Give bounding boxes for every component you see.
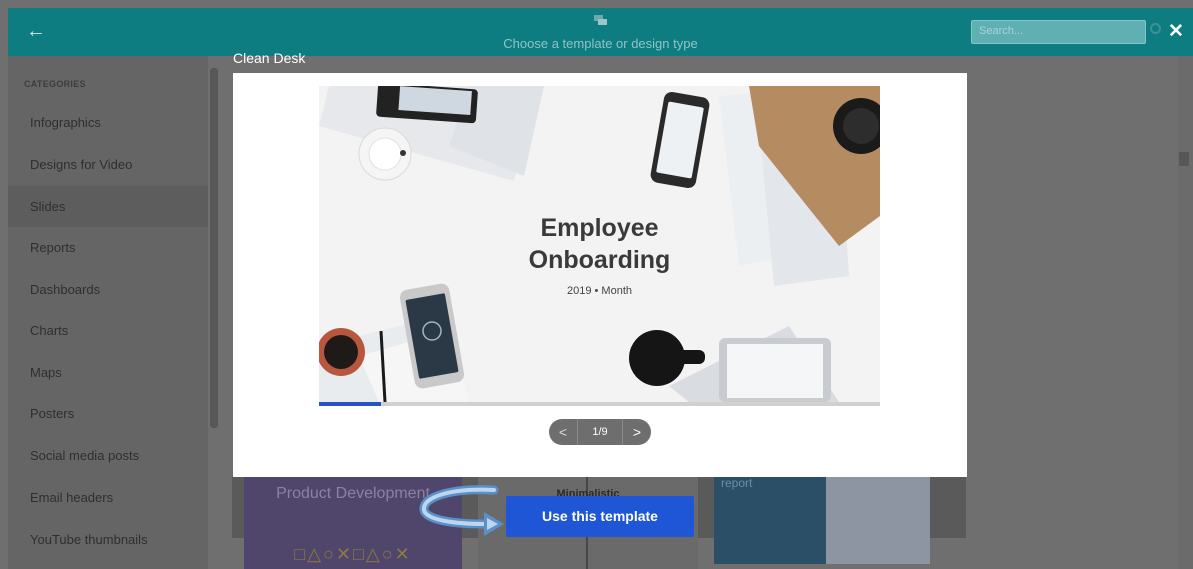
sidebar-header: CATEGORIES (24, 79, 86, 89)
sidebar-item-charts[interactable]: Charts (8, 310, 208, 351)
slide-title: Employee Onboarding (319, 212, 880, 276)
slide-title-line: Employee (540, 214, 659, 242)
search-input[interactable]: Search... (971, 20, 1146, 44)
main-scrollbar-thumb[interactable] (1179, 152, 1189, 166)
shapes-decoration: □△○✕□△○✕ (294, 544, 412, 564)
sidebar-item-posters[interactable]: Posters (8, 393, 208, 434)
sidebar-item-reports[interactable]: Reports (8, 227, 208, 268)
close-icon[interactable]: ✕ (1168, 20, 1184, 43)
sidebar-item-maps[interactable]: Maps (8, 352, 208, 393)
arrow-right-icon (419, 485, 504, 536)
modal-title: Clean Desk (233, 50, 306, 66)
template-card-title: report (721, 476, 753, 490)
sidebar-item-dashboards[interactable]: Dashboards (8, 269, 208, 310)
sidebar-item-infographics[interactable]: Infographics (8, 102, 208, 143)
chevron-left-icon[interactable]: < (549, 419, 577, 445)
sidebar-item-designs-for-video[interactable]: Designs for Video (8, 144, 208, 185)
sidebar-item-email-headers[interactable]: Email headers (8, 477, 208, 518)
slide-title-line: Onboarding (528, 246, 671, 274)
sidebar: CATEGORIES Infographics Designs for Vide… (8, 56, 208, 569)
sidebar-item-youtube-thumbnails[interactable]: YouTube thumbnails (8, 519, 208, 560)
slide-pager: < 1/9 > (549, 419, 651, 445)
slide-preview: Employee Onboarding 2019 • Month (319, 86, 880, 402)
texture-image (826, 476, 930, 564)
sidebar-item-social-media-posts[interactable]: Social media posts (8, 435, 208, 476)
slide-progress-fill (319, 402, 382, 406)
page-counter: 1/9 (577, 419, 623, 445)
slide-subtitle: 2019 • Month (566, 285, 632, 297)
chevron-right-icon[interactable]: > (623, 419, 651, 445)
sidebar-item-slides[interactable]: Slides (8, 186, 208, 227)
main-scrollbar[interactable] (1178, 56, 1193, 569)
chat-icon (594, 15, 607, 25)
top-bar: ← Choose a template or design type Searc… (8, 8, 1193, 56)
template-preview-modal: Employee Onboarding 2019 • Month < 1/9 > (233, 73, 967, 477)
template-card-report[interactable]: report (714, 476, 930, 564)
use-template-button[interactable]: Use this template (506, 496, 694, 537)
sidebar-scrollbar[interactable] (210, 68, 218, 428)
search-icon[interactable] (1150, 23, 1161, 34)
slide-progress-bar (319, 402, 880, 406)
